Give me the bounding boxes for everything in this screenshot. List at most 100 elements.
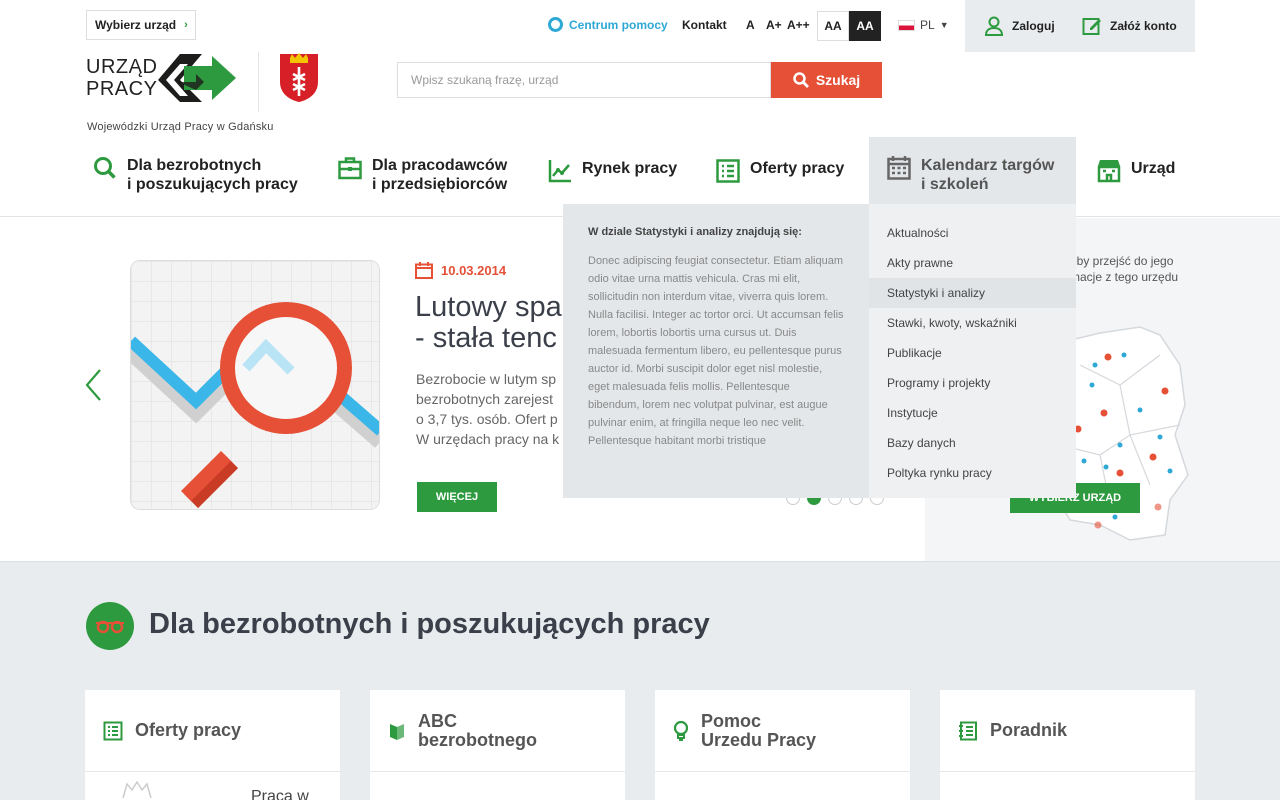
- nav-employers-line2: i przedsiębiorców: [372, 176, 508, 193]
- register-label: Załóż konto: [1110, 19, 1177, 33]
- logo-arrows-icon: [158, 54, 236, 102]
- dropdown-item-news[interactable]: Aktualności: [869, 218, 1076, 248]
- hero-text: Bezrobocie w lutym sp bezrobotnych zarej…: [416, 369, 576, 449]
- slider-prev-arrow-icon[interactable]: [84, 368, 102, 402]
- hero-text-line: Bezrobocie w lutym sp: [416, 371, 557, 387]
- card-title: Oferty pracy: [135, 720, 242, 740]
- logo-caption: Wojewódzki Urząd Pracy w Gdańsku: [87, 121, 274, 133]
- glasses-icon: [96, 620, 124, 634]
- logo-separator: [258, 52, 259, 112]
- dropdown-item-publications[interactable]: Publikacje: [869, 338, 1076, 368]
- card-help[interactable]: Pomoc Urzedu Pracy: [655, 690, 910, 800]
- logo-line1: URZĄD: [86, 56, 158, 78]
- search-button[interactable]: Szukaj: [771, 62, 882, 98]
- dropdown-item-labor-policy[interactable]: Poltyka rynku pracy: [869, 458, 1076, 488]
- lifebuoy-icon: [548, 17, 563, 32]
- search-icon: [94, 157, 116, 179]
- search-input[interactable]: Wpisz szukaną frazę, urząd: [397, 62, 771, 98]
- nav-labor-market[interactable]: Rynek pracy: [548, 159, 677, 183]
- language-select[interactable]: PL ▼: [898, 18, 949, 32]
- contact-link[interactable]: Kontakt: [682, 18, 727, 32]
- dropdown-text: Donec adipiscing feugiat consectetur. Et…: [588, 255, 844, 447]
- nav-fairs-line2: i szkoleń: [921, 176, 989, 193]
- nav-unemployed-line2: i poszukujących pracy: [127, 176, 298, 193]
- nav-unemployed[interactable]: Dla bezrobotnych i poszukujących pracy: [93, 156, 298, 194]
- dropdown-item-statistics[interactable]: Statystyki i analizy: [869, 278, 1076, 308]
- logo[interactable]: URZĄD PRACY: [86, 56, 157, 100]
- dropdown-item-databases[interactable]: Bazy danych: [869, 428, 1076, 458]
- dropdown-menu: Aktualności Akty prawne Statystyki i ana…: [869, 204, 1076, 498]
- edit-icon: [1082, 18, 1101, 35]
- login-label: Zaloguj: [1012, 19, 1055, 33]
- building-icon: [1097, 160, 1121, 183]
- calendar-icon: [887, 156, 911, 180]
- help-center-link[interactable]: Centrum pomocy: [548, 17, 668, 32]
- nav-office-label: Urząd: [1131, 160, 1176, 177]
- select-office-button[interactable]: Wybierz urząd ›: [86, 10, 196, 40]
- caret-down-icon: ▼: [939, 20, 949, 30]
- dropdown-item-institutions[interactable]: Instytucje: [869, 398, 1076, 428]
- calendar-icon: [415, 262, 433, 279]
- hero-text-line: o 3,7 tys. osób. Ofert p: [416, 411, 558, 427]
- list-icon: [103, 721, 123, 740]
- card-title-line2: Urzedu Pracy: [701, 729, 817, 750]
- dropdown-description: W dziale Statystyki i analizy znajdują s…: [563, 204, 869, 498]
- card-title-line1: ABC: [418, 710, 457, 731]
- hero-date: 10.03.2014: [415, 262, 506, 279]
- card-abc[interactable]: ABC bezrobotnego: [370, 690, 625, 800]
- contrast-high-button[interactable]: AA: [849, 11, 881, 41]
- select-office-label: Wybierz urząd: [95, 18, 177, 32]
- map-info-line2: macje z tego urzędu: [1070, 270, 1179, 284]
- card-title: Poradnik: [990, 720, 1068, 740]
- login-link[interactable]: Zaloguj: [984, 16, 1055, 36]
- crest-outline-icon: [122, 780, 152, 799]
- hero-text-line: bezrobotnych zarejest: [416, 391, 553, 407]
- search-button-label: Szukaj: [815, 72, 861, 88]
- dropdown-item-rates[interactable]: Stawki, kwoty, wskaźniki: [869, 308, 1076, 338]
- user-icon: [984, 16, 1004, 36]
- nav-employers[interactable]: Dla pracodawców i przedsiębiorców: [338, 156, 507, 194]
- card-title-line2: bezrobotnego: [418, 729, 537, 750]
- logo-line2: PRACY: [86, 78, 158, 100]
- nav-unemployed-line1: Dla bezrobotnych: [127, 157, 262, 174]
- poland-flag-icon: [898, 19, 915, 31]
- gdansk-crest-icon: [280, 53, 318, 102]
- card-sub-text: Praca w: [251, 788, 309, 800]
- chevron-right-icon: ›: [184, 19, 188, 31]
- nav-job-offers[interactable]: Oferty pracy: [716, 159, 844, 183]
- card-guide[interactable]: Poradnik: [940, 690, 1195, 800]
- dropdown-item-legal-acts[interactable]: Akty prawne: [869, 248, 1076, 278]
- dropdown-item-programs[interactable]: Programy i projekty: [869, 368, 1076, 398]
- briefcase-icon: [338, 157, 362, 180]
- bulb-icon: [673, 720, 689, 741]
- font-size-normal[interactable]: A: [746, 18, 755, 32]
- nav-fairs-line1: Kalendarz targów: [921, 157, 1055, 174]
- section-title: Dla bezrobotnych i poszukujących pracy: [149, 608, 710, 640]
- language-label: PL: [920, 18, 935, 32]
- section-badge: [86, 602, 134, 650]
- nav-employers-line1: Dla pracodawców: [372, 157, 508, 174]
- search-icon: [793, 72, 809, 88]
- nav-office[interactable]: Urząd: [1097, 159, 1175, 183]
- document-icon: [959, 721, 977, 740]
- contrast-normal-button[interactable]: AA: [817, 11, 849, 41]
- register-link[interactable]: Załóż konto: [1082, 16, 1177, 36]
- hero-text-line: W urzędach pracy na k: [416, 431, 560, 447]
- magnifier-chart-icon: [131, 261, 379, 509]
- list-icon: [716, 159, 740, 183]
- map-info-text: eby przejść do jego macje z tego urzędu: [1070, 253, 1178, 285]
- font-size-large[interactable]: A+: [766, 18, 782, 32]
- help-center-label: Centrum pomocy: [569, 17, 668, 32]
- font-size-xlarge[interactable]: A++: [787, 18, 810, 32]
- hero-image: [130, 260, 380, 510]
- dropdown-heading: W dziale Statystyki i analizy znajdują s…: [588, 226, 802, 238]
- chart-icon: [548, 160, 571, 183]
- nav-job-offers-label: Oferty pracy: [750, 160, 845, 177]
- nav-fairs-calendar[interactable]: Kalendarz targów i szkoleń: [887, 156, 1054, 194]
- nav-labor-market-label: Rynek pracy: [582, 160, 678, 177]
- map-info-line1: eby przejść do jego: [1070, 254, 1174, 268]
- hero-date-label: 10.03.2014: [441, 263, 507, 278]
- card-job-offers[interactable]: Oferty pracy Praca w: [85, 690, 340, 800]
- book-icon: [390, 723, 404, 740]
- more-button[interactable]: WIĘCEJ: [417, 482, 497, 512]
